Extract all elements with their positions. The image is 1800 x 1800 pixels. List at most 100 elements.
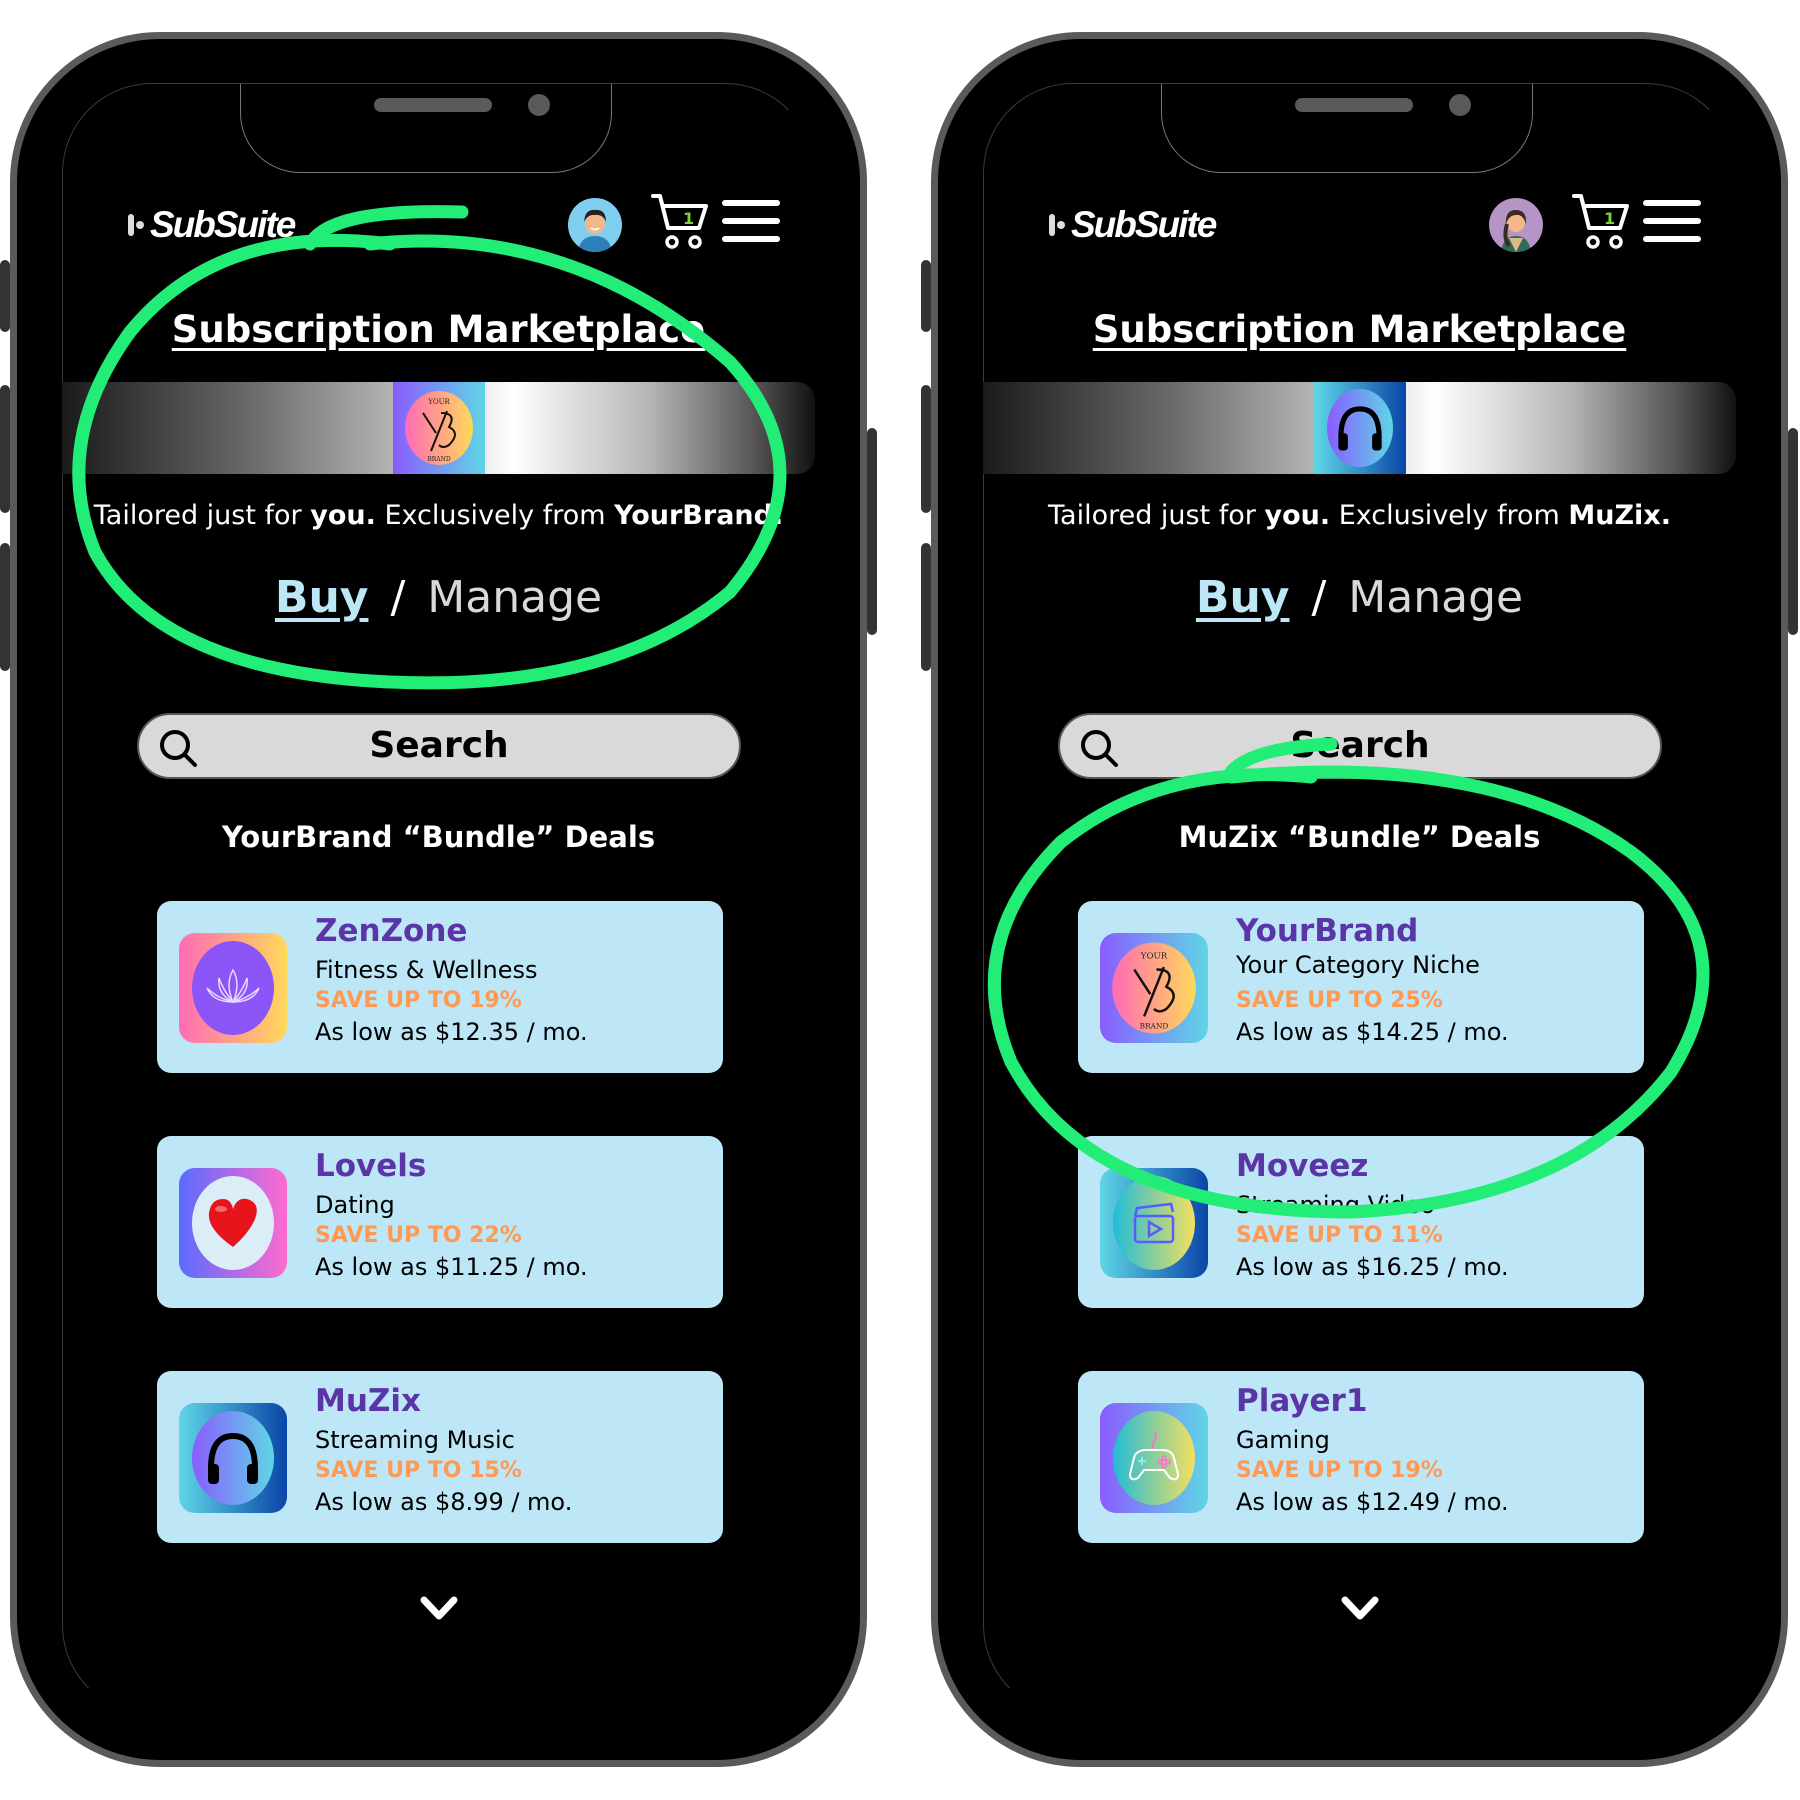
nav-divider: /: [390, 572, 406, 623]
deal-category: Streaming Video: [1236, 1191, 1435, 1219]
manage-link[interactable]: Manage: [427, 572, 602, 623]
user-avatar[interactable]: [568, 198, 622, 252]
deal-name: ZenZone: [315, 913, 468, 949]
buy-manage-nav: Buy / Manage: [10, 572, 867, 623]
volume-up-button: [0, 385, 10, 513]
tagline-text: Tailored just for: [1048, 500, 1265, 531]
speaker: [1295, 98, 1413, 112]
search-bar[interactable]: Search: [1058, 713, 1662, 779]
deal-savings: SAVE UP TO 19%: [1236, 1458, 1443, 1483]
deal-category: Gaming: [1236, 1426, 1330, 1454]
camera: [528, 94, 550, 116]
search-input[interactable]: Search: [139, 725, 739, 766]
tagline-you: you.: [310, 500, 376, 531]
muzix-disc: [1326, 389, 1393, 467]
volume-down-button: [921, 543, 931, 671]
headphones-icon: [179, 1403, 287, 1513]
deal-savings: SAVE UP TO 15%: [315, 1458, 522, 1483]
deal-name: Lovels: [315, 1148, 427, 1184]
section-title: YourBrand “Bundle” Deals: [221, 820, 656, 854]
nav-divider: /: [1311, 572, 1327, 623]
tagline-text: Tailored just for: [93, 500, 311, 531]
yourbrand-glyph: YOUR BRAND: [1112, 942, 1196, 1034]
yourbrand-banner-logo[interactable]: YOUR BRAND: [392, 382, 485, 474]
deal-savings: SAVE UP TO 11%: [1236, 1223, 1443, 1248]
buy-link[interactable]: Buy: [1196, 572, 1290, 623]
phone-left: SubSuite 1 Subscription Marketplace YOUR…: [0, 32, 877, 1767]
deal-name: Player1: [1236, 1383, 1368, 1419]
muzix-banner-logo[interactable]: [1313, 382, 1406, 474]
deal-price: As low as $12.49 / mo.: [1236, 1488, 1509, 1516]
power-button: [867, 428, 877, 635]
tagline: Tailored just for you. Exclusively from …: [931, 500, 1788, 531]
male-user-avatar-icon: [568, 198, 622, 252]
deal-name: MuZix: [315, 1383, 422, 1419]
gamepad-icon: [1100, 1403, 1208, 1513]
page-title[interactable]: Subscription Marketplace: [931, 308, 1788, 351]
subsuite-logo[interactable]: SubSuite: [128, 204, 296, 246]
deal-card-muzix[interactable]: MuZix Streaming Music SAVE UP TO 15% As …: [157, 1371, 723, 1543]
deal-category: Your Category Niche: [1236, 951, 1480, 979]
svg-text:YOUR: YOUR: [427, 398, 450, 406]
cart-icon[interactable]: 1: [650, 192, 710, 250]
volume-down-button: [0, 543, 10, 671]
deal-category: Dating: [315, 1191, 395, 1219]
hamburger-menu-icon[interactable]: [722, 200, 780, 242]
headphones-icon: [1337, 406, 1382, 451]
speaker: [374, 98, 492, 112]
page-title[interactable]: Subscription Marketplace: [10, 308, 867, 351]
deal-card-yourbrand[interactable]: YOUR BRAND YourBrand Your Category Niche…: [1078, 901, 1644, 1073]
deal-card-lovels[interactable]: Lovels Dating SAVE UP TO 22% As low as $…: [157, 1136, 723, 1308]
deal-card-zenzone[interactable]: ZenZone Fitness & Wellness SAVE UP TO 19…: [157, 901, 723, 1073]
deal-card-player1[interactable]: Player1 Gaming SAVE UP TO 19% As low as …: [1078, 1371, 1644, 1543]
hamburger-menu-icon[interactable]: [1643, 200, 1701, 242]
cart-count: 1: [1604, 209, 1615, 228]
phone-right: SubSuite 1 Subscription Marketplace Tail…: [921, 32, 1798, 1767]
deal-price: As low as $8.99 / mo.: [315, 1488, 573, 1516]
tagline-brand: YourBrand.: [614, 500, 784, 531]
deal-savings: SAVE UP TO 22%: [315, 1223, 522, 1248]
clapperboard-glyph: [1133, 1202, 1175, 1244]
deal-price: As low as $14.25 / mo.: [1236, 1018, 1509, 1046]
deal-savings: SAVE UP TO 25%: [1236, 988, 1443, 1013]
camera: [1449, 94, 1471, 116]
logo-text: SubSuite: [1071, 204, 1217, 245]
scroll-down-chevron-icon[interactable]: [1340, 1594, 1380, 1624]
female-user-avatar-icon: [1489, 198, 1543, 252]
subsuite-logo[interactable]: SubSuite: [1049, 204, 1217, 246]
deal-price: As low as $12.35 / mo.: [315, 1018, 588, 1046]
yourbrand-logo-icon: YOUR BRAND: [1100, 933, 1208, 1043]
scroll-down-chevron-icon[interactable]: [419, 1594, 459, 1624]
tagline-text: Exclusively from: [1330, 500, 1569, 531]
heart-glyph: [208, 1198, 257, 1247]
deal-name: Moveez: [1236, 1148, 1369, 1184]
deal-price: As low as $11.25 / mo.: [315, 1253, 588, 1281]
cart-icon[interactable]: 1: [1571, 192, 1631, 250]
deal-savings: SAVE UP TO 19%: [315, 988, 522, 1013]
tagline-text: Exclusively from: [375, 500, 615, 531]
svg-text:BRAND: BRAND: [427, 456, 451, 463]
cart-count: 1: [683, 209, 694, 228]
lotus-icon: [179, 933, 287, 1043]
deal-category: Streaming Music: [315, 1426, 515, 1454]
tagline-you: you.: [1264, 500, 1331, 531]
manage-link[interactable]: Manage: [1348, 572, 1523, 623]
deal-category: Fitness & Wellness: [315, 956, 538, 984]
mute-switch: [921, 260, 931, 332]
power-button: [1788, 428, 1798, 635]
logo-text: SubSuite: [150, 204, 296, 245]
headphones-glyph: [208, 1432, 258, 1484]
yourbrand-logo-icon: YOUR BRAND: [404, 391, 473, 465]
lotus-glyph: [206, 968, 260, 1004]
heart-icon: [179, 1168, 287, 1278]
brand-banner: YOUR BRAND: [62, 382, 815, 474]
buy-link[interactable]: Buy: [275, 572, 369, 623]
search-input[interactable]: Search: [1060, 725, 1660, 766]
deal-card-moveez[interactable]: Moveez Streaming Video SAVE UP TO 11% As…: [1078, 1136, 1644, 1308]
subsuite-mark-icon: [1049, 214, 1065, 236]
tagline-brand: MuZix.: [1568, 500, 1671, 531]
user-avatar[interactable]: [1489, 198, 1543, 252]
tagline: Tailored just for you. Exclusively from …: [10, 500, 867, 531]
search-bar[interactable]: Search: [137, 713, 741, 779]
mute-switch: [0, 260, 10, 332]
